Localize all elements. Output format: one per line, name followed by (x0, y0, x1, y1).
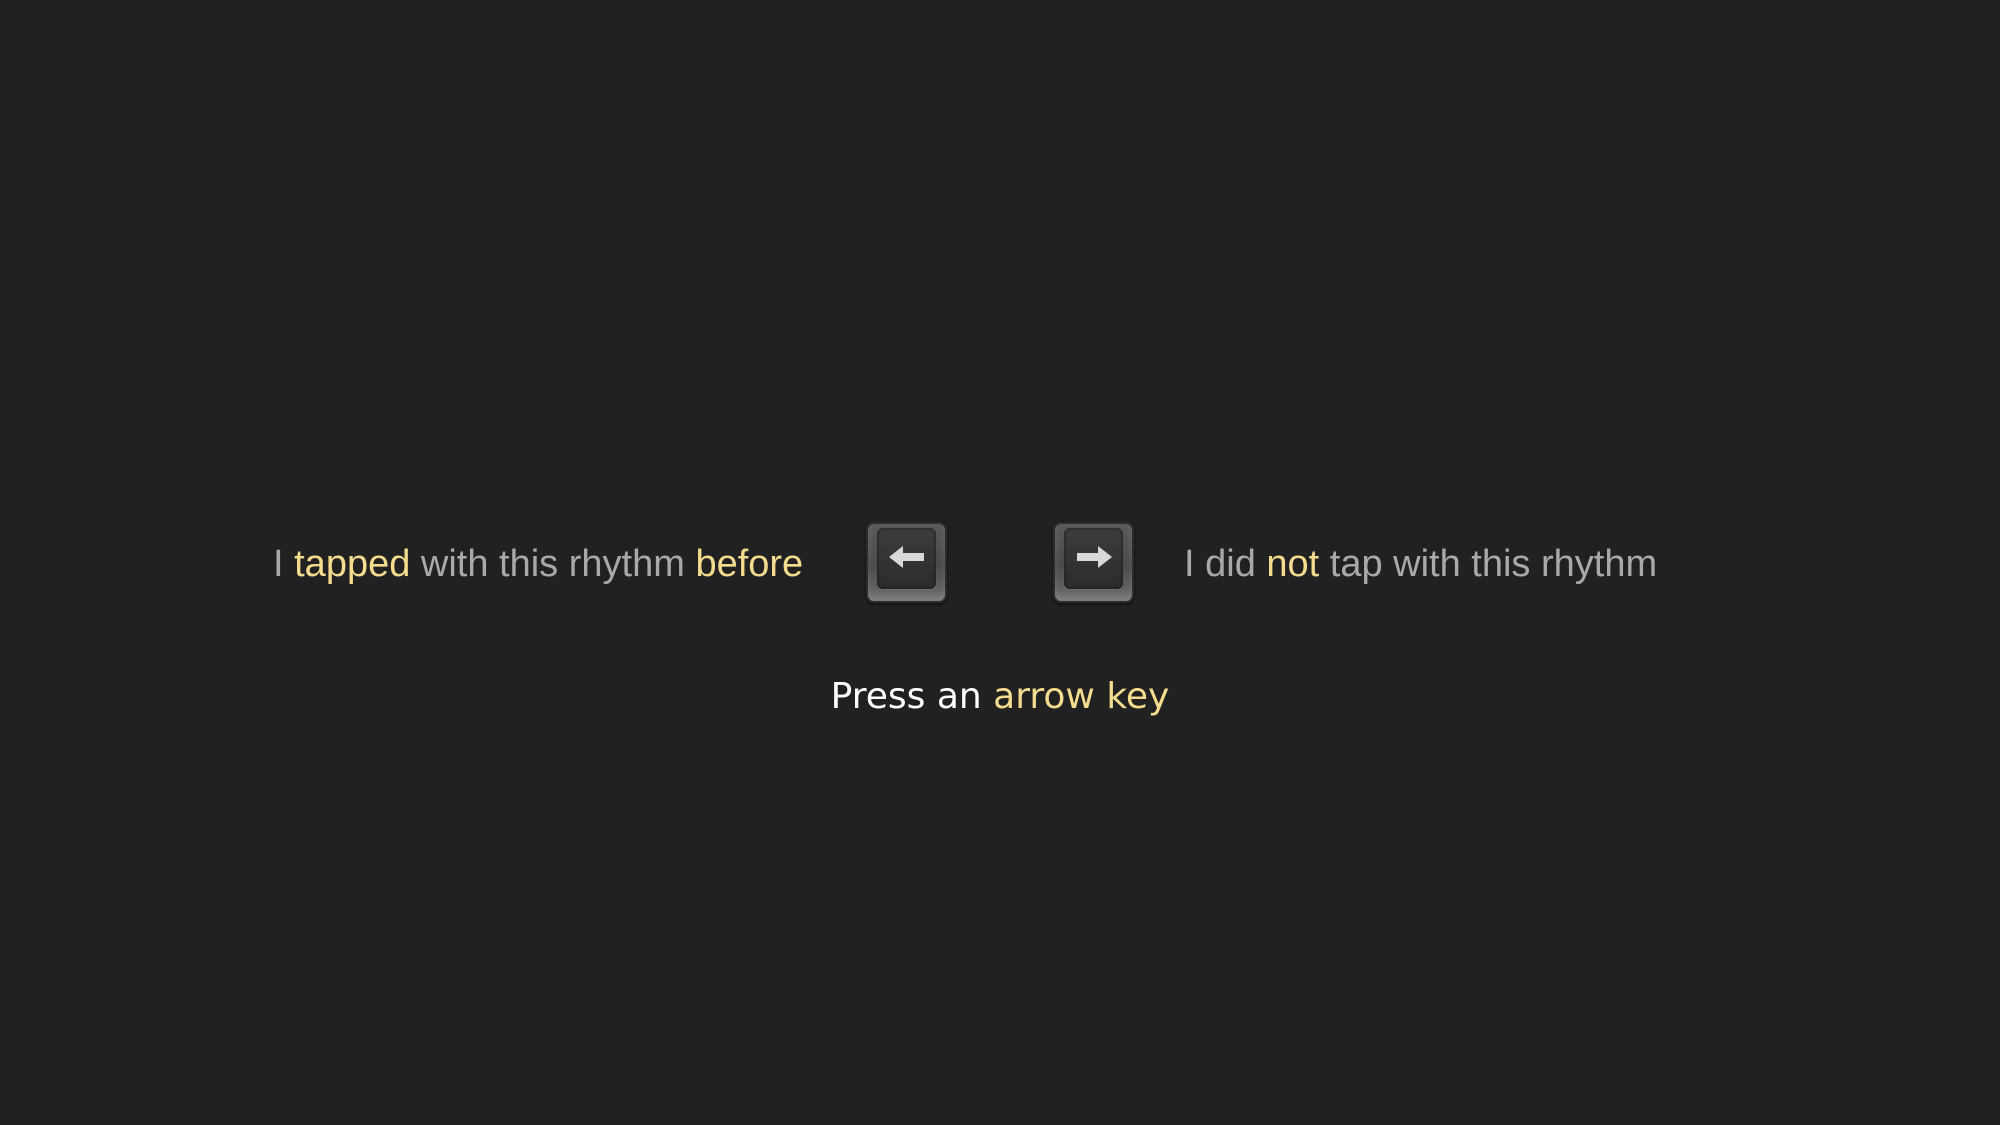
right-choice-text-1: I did (1184, 543, 1267, 585)
right-arrow-key-cap (1064, 528, 1123, 589)
prompt-highlight: arrow key (993, 676, 1170, 717)
prompt-text: Press an (830, 676, 994, 717)
right-arrow-key[interactable] (1053, 522, 1134, 603)
left-choice-text-1: I (273, 543, 295, 585)
right-choice-highlight-not: not (1266, 543, 1320, 585)
left-choice-text-2: with this rhythm (410, 543, 696, 585)
right-arrow-icon (1077, 546, 1112, 568)
left-arrow-key[interactable] (866, 522, 947, 603)
instruction-prompt: Press an arrow key (0, 672, 2000, 722)
choice-row: I tapped with this rhythm before I did n… (0, 0, 2000, 1125)
left-arrow-key-cap (877, 528, 936, 589)
right-choice-label: I did not tap with this rhythm (1184, 540, 1657, 588)
left-arrow-icon (889, 546, 924, 568)
right-choice-text-2: tap with this rhythm (1319, 543, 1658, 585)
left-choice-highlight-tapped: tapped (294, 543, 411, 585)
left-choice-highlight-before: before (695, 543, 804, 585)
left-choice-label: I tapped with this rhythm before (273, 540, 803, 588)
